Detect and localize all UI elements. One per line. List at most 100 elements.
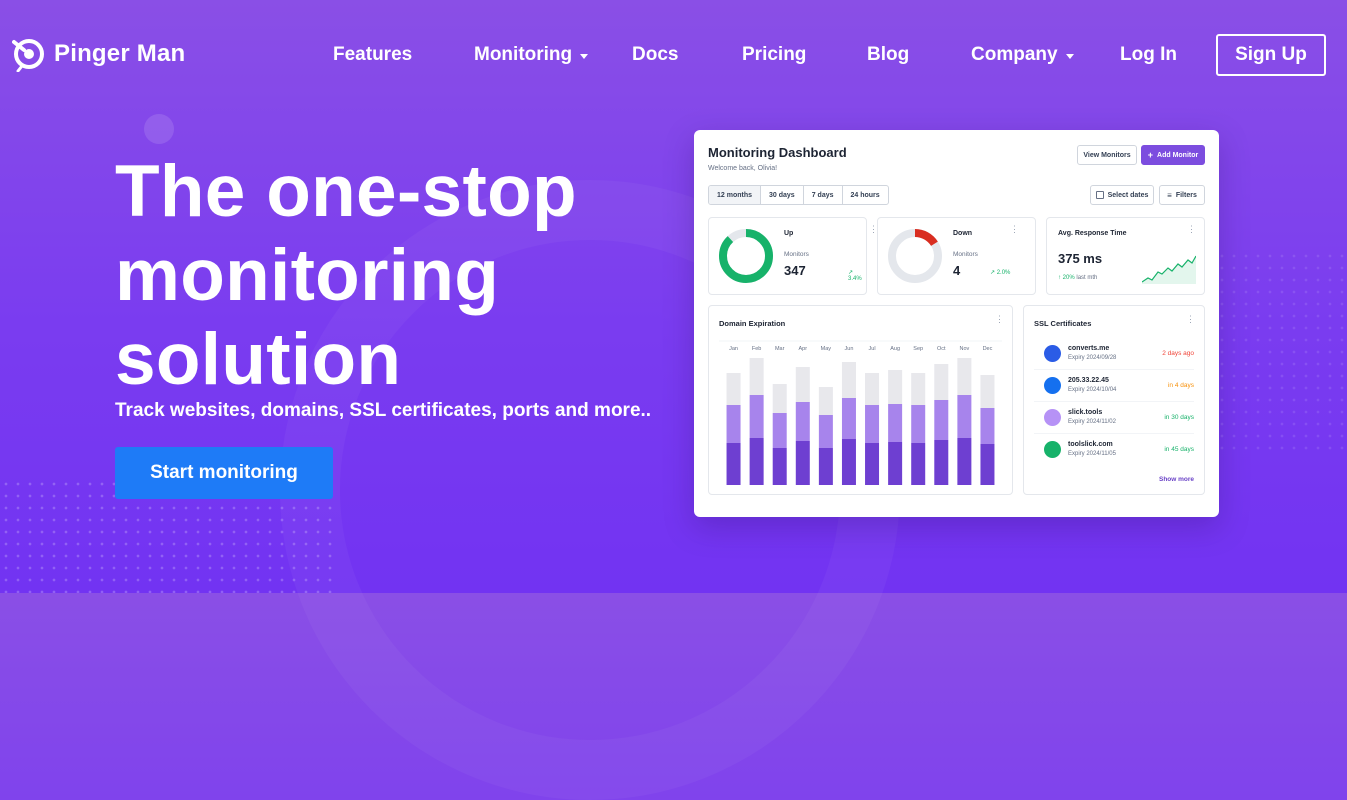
bar-segment [980,408,995,444]
bar-segment [934,400,949,440]
kebab-icon[interactable]: ⋮ [995,315,1004,324]
bar-segment [911,443,926,485]
down-change: ↗ 2.0% [990,270,1011,276]
down-card: Down Monitors 4 ↗ 2.0% ⋮ [877,217,1036,295]
show-more-link[interactable]: Show more [1159,476,1194,483]
signup-button[interactable]: Sign Up [1216,34,1326,76]
bar-segment [726,405,741,443]
bar-segment [980,375,995,408]
range-24-hours[interactable]: 24 hours [843,186,888,204]
bar-segment [957,358,972,395]
bar-segment [888,442,903,485]
dashboard-welcome: Welcome back, Olivia! [708,165,778,172]
nav-company[interactable]: Company [971,44,1074,66]
down-donut [888,229,942,283]
up-sub: Monitors [784,251,809,258]
x-tick-label: Jun [845,346,854,352]
down-sub: Monitors [953,251,978,258]
ssl-row[interactable]: slick.tools Expiry 2024/11/02 in 30 days [1034,403,1194,434]
range-7-days[interactable]: 7 days [804,186,843,204]
x-tick-label: Nov [959,346,969,352]
bar-segment [957,438,972,485]
start-monitoring-button[interactable]: Start monitoring [115,447,333,499]
domain-expiration-title: Domain Expiration [719,319,786,328]
hero-title: The one-stop monitoring solution [115,150,675,402]
select-dates-label: Select dates [1107,191,1149,199]
ssl-row[interactable]: converts.me Expiry 2024/09/28 2 days ago [1034,339,1194,370]
chevron-down-icon [580,53,589,59]
hero-title-line-3: solution [115,319,402,400]
converts-logo-icon [1044,345,1061,362]
bar-segment [772,448,787,485]
hero-title-line-2: monitoring [115,235,500,316]
response-card: Avg. Response Time 375 ms ↑ 20% last mth… [1046,217,1205,295]
filters-label: Filters [1175,191,1197,199]
bar-segment [749,358,764,395]
kebab-icon[interactable]: ⋮ [1010,225,1019,234]
bar-segment [818,448,833,485]
bar-segment [795,367,810,402]
add-monitor-button[interactable]: + Add Monitor [1141,145,1205,165]
ssl-days: 2 days ago [1162,350,1194,357]
calendar-icon [1095,191,1104,199]
bar-segment [795,402,810,441]
bar-segment [749,438,764,485]
response-change: ↑ 20% last mth [1058,275,1097,281]
ip-logo-icon [1044,377,1061,394]
nav-login[interactable]: Log In [1120,44,1177,66]
kebab-icon[interactable]: ⋮ [1187,225,1196,234]
bar-segment [841,439,856,485]
bar-segment [865,373,880,405]
nav-docs-label: Docs [632,44,679,65]
domain-expiration-chart: Jan Feb Mar Apr May Jun Jul Aug Sep Oct Nov Dec [719,340,1002,485]
ssl-name: 205.33.22.45 [1068,377,1109,384]
bar-segment [726,373,741,405]
arrow-up-icon: ↑ [1058,275,1061,281]
kebab-icon[interactable]: ⋮ [1186,315,1195,324]
down-value: 4 [953,263,961,278]
dashboard-preview: Monitoring Dashboard Welcome back, Olivi… [694,130,1219,517]
slick-logo-icon [1044,409,1061,426]
select-dates-button[interactable]: Select dates [1090,185,1154,205]
ssl-expiry: Expiry 2024/09/28 [1068,355,1117,361]
nav-docs[interactable]: Docs [632,44,678,66]
add-monitor-label: Add Monitor [1157,151,1199,159]
nav-blog-label: Blog [867,44,910,65]
view-monitors-button[interactable]: View Monitors [1077,145,1137,165]
x-tick-label: Apr [799,346,808,352]
x-tick-label: Aug [890,346,900,352]
range-selector: 12 months 30 days 7 days 24 hours [708,185,889,205]
response-period: last mth [1076,275,1098,281]
hero-subtitle: Track websites, domains, SSL certificate… [115,400,652,421]
nav-features-label: Features [333,44,413,65]
filters-button[interactable]: ≡ Filters [1159,185,1205,205]
ssl-name: toolslick.com [1068,441,1113,448]
response-value: 375 ms [1058,251,1103,266]
chevron-down-icon [1065,53,1074,59]
range-30-days[interactable]: 30 days [761,186,804,204]
ssl-row[interactable]: 205.33.22.45 Expiry 2024/10/04 in 4 days [1034,371,1194,402]
nav-monitoring[interactable]: Monitoring [474,44,589,66]
nav-features[interactable]: Features [333,44,412,66]
nav-blog[interactable]: Blog [867,44,909,66]
response-change-value: 20% [1062,275,1075,281]
x-tick-label: May [821,346,832,352]
ssl-days: in 30 days [1164,414,1194,421]
ssl-name: slick.tools [1068,409,1103,416]
nav-monitoring-label: Monitoring [474,44,573,65]
x-tick-label: Jul [869,346,876,352]
ssl-expiry: Expiry 2024/11/05 [1068,451,1116,457]
response-label: Avg. Response Time [1058,230,1127,237]
plus-icon: + [1147,150,1154,160]
x-tick-label: Feb [752,346,761,352]
domain-expiration-card: Domain Expiration ⋮ Jan Feb Mar Apr May Jun Ju… [708,305,1013,495]
bar-segment [934,364,949,400]
dashboard-title: Monitoring Dashboard [708,145,847,160]
bar-segment [749,395,764,438]
ssl-row[interactable]: toolslick.com Expiry 2024/11/05 in 45 da… [1034,435,1194,465]
nav-pricing-label: Pricing [742,44,807,65]
up-value: 347 [784,263,806,278]
nav-pricing[interactable]: Pricing [742,44,806,66]
bar-segment [772,413,787,448]
range-12-months[interactable]: 12 months [709,186,762,204]
